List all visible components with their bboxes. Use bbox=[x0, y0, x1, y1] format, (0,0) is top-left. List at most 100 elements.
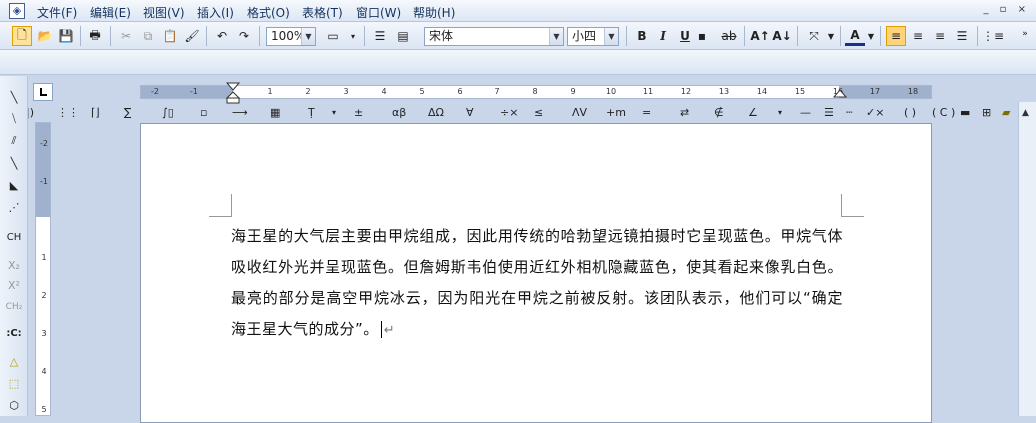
plus-mod-icon[interactable]: +m bbox=[606, 103, 626, 121]
vertical-ruler[interactable]: -2 -1 1 2 3 4 5 bbox=[35, 122, 51, 416]
sum-symbol-button[interactable]: ∑ bbox=[124, 103, 131, 121]
align-right-icon[interactable]: ≡ bbox=[930, 26, 950, 46]
copy-icon[interactable]: ⧉ bbox=[138, 26, 158, 46]
numbered-list-icon[interactable]: ⋮≡ bbox=[982, 26, 1004, 46]
line-style-icon[interactable]: — bbox=[800, 103, 811, 121]
new-document-icon[interactable]: 🗋 bbox=[12, 26, 32, 46]
menu-window[interactable]: 窗口(W) bbox=[356, 4, 401, 21]
menu-file[interactable]: 文件(F) bbox=[37, 4, 77, 21]
page-view-icon[interactable]: ▭ bbox=[322, 26, 344, 46]
shrink-font-icon[interactable]: A↓ bbox=[772, 26, 792, 46]
vertical-scrollbar[interactable]: ▲ bbox=[1018, 102, 1036, 416]
greek-upper-button[interactable]: ΔΩ bbox=[428, 103, 444, 121]
swap-arrows-icon[interactable]: ⇄ bbox=[680, 103, 689, 121]
align-left-icon[interactable]: ≡ bbox=[886, 26, 906, 46]
hexagon-shape-icon[interactable]: ⬡ bbox=[4, 396, 24, 414]
underline-button[interactable]: U bbox=[675, 26, 695, 46]
open-folder-icon[interactable]: 📂 bbox=[35, 26, 55, 46]
wedge-bond-icon[interactable]: ◣ bbox=[4, 176, 24, 194]
fill-icon[interactable]: ▰ bbox=[1002, 103, 1010, 121]
menu-help[interactable]: 帮助(H) bbox=[413, 4, 455, 21]
italic-button[interactable]: I bbox=[653, 26, 673, 46]
format-painter-icon[interactable]: 🖌 bbox=[182, 26, 202, 46]
equal-symbol-button[interactable]: = bbox=[642, 103, 651, 121]
chevron-down-icon[interactable]: ▾ bbox=[332, 103, 336, 121]
scroll-up-icon[interactable]: ▲ bbox=[1022, 108, 1029, 118]
dash-line-icon[interactable]: ┄ bbox=[846, 103, 853, 121]
strikethrough-icon[interactable]: ab bbox=[718, 26, 740, 46]
font-name-combo[interactable]: 宋体 ▼ bbox=[424, 27, 564, 46]
relation-symbol-button[interactable]: ≤ bbox=[534, 103, 543, 121]
chevron-down-icon[interactable]: ▼ bbox=[604, 28, 618, 45]
check-cross-icon[interactable]: ✓× bbox=[866, 103, 884, 121]
not-in-icon[interactable]: ∉ bbox=[714, 103, 724, 121]
chevron-down-icon[interactable]: ▼ bbox=[301, 28, 315, 45]
toolbar-overflow-icon[interactable]: » bbox=[1018, 24, 1032, 44]
vector-symbol-button[interactable]: ΛV bbox=[572, 103, 587, 121]
grow-font-icon[interactable]: A↑ bbox=[750, 26, 770, 46]
shade-icon[interactable]: ▬ bbox=[960, 103, 970, 121]
save-icon[interactable]: 💾 bbox=[56, 26, 76, 46]
indent-marker-icon[interactable] bbox=[226, 82, 240, 104]
window-controls[interactable]: _ ▫ × bbox=[983, 4, 1030, 15]
chevron-down-icon[interactable]: ▼ bbox=[549, 28, 563, 45]
plus-minus-symbol-button[interactable]: ± bbox=[354, 103, 363, 121]
triple-line-icon[interactable]: ⫽ bbox=[4, 132, 24, 150]
zoom-combo[interactable]: 100% ▼ bbox=[266, 27, 316, 46]
matrix-icon[interactable]: ⋮⋮ bbox=[57, 103, 79, 121]
operator-icon[interactable]: ÷× bbox=[500, 103, 518, 121]
menu-table[interactable]: 表格(T) bbox=[302, 4, 343, 21]
underline-options-icon[interactable]: ▪ bbox=[697, 26, 707, 46]
bracket-icon[interactable]: ⌈⌋ bbox=[91, 103, 100, 121]
app-icon[interactable]: ◈ bbox=[9, 3, 25, 19]
bold-line-icon[interactable]: ╲ bbox=[4, 154, 24, 172]
chevron-down-icon[interactable]: ▾ bbox=[778, 103, 782, 121]
document-paragraph[interactable]: 海王星的大气层主要由甲烷组成，因此用传统的哈勃望远镜拍摄时它呈现蓝色。甲烷气体吸… bbox=[231, 221, 843, 346]
bold-button[interactable]: B bbox=[632, 26, 652, 46]
align-center-icon[interactable]: ≡ bbox=[908, 26, 928, 46]
colon-button[interactable]: :C: bbox=[4, 324, 24, 342]
triangle-shape-icon[interactable]: △ bbox=[4, 352, 24, 370]
dashed-bond-icon[interactable]: ⋰ bbox=[4, 198, 24, 216]
align-justify-icon[interactable]: ☰ bbox=[952, 26, 972, 46]
logic-symbol-button[interactable]: ∀ bbox=[466, 103, 474, 121]
arrow-right-icon[interactable]: ⟶ bbox=[232, 103, 248, 121]
plus-box-icon[interactable]: ⊞ bbox=[982, 103, 991, 121]
ch2-button[interactable]: CH₂ bbox=[4, 298, 24, 316]
right-indent-marker-icon[interactable] bbox=[833, 89, 847, 99]
paren-button[interactable]: ( ) bbox=[904, 103, 916, 121]
circle-c-button[interactable]: ( C ) bbox=[932, 103, 955, 121]
chevron-down-icon[interactable]: ▼ bbox=[826, 26, 836, 46]
tab-selector[interactable] bbox=[33, 83, 53, 101]
font-size-combo[interactable]: 小四 ▼ bbox=[567, 27, 619, 46]
thick-line-icon[interactable]: ☰ bbox=[824, 103, 834, 121]
toolbar-options-icon[interactable]: ▾ bbox=[346, 26, 360, 46]
line-tool-icon[interactable]: ╲ bbox=[4, 88, 24, 106]
paste-icon[interactable]: 📋 bbox=[160, 26, 180, 46]
greek-lower-button[interactable]: αβ bbox=[392, 103, 406, 121]
angle-symbol-button[interactable]: ∠ bbox=[748, 103, 758, 121]
square-shape-icon[interactable]: ⬚ bbox=[4, 374, 24, 392]
font-color-icon[interactable]: A bbox=[845, 26, 865, 46]
double-line-icon[interactable]: ⧹ bbox=[4, 110, 24, 128]
ch-button[interactable]: CH bbox=[4, 228, 24, 246]
menu-edit[interactable]: 编辑(E) bbox=[90, 4, 131, 21]
overbar-icon[interactable]: Ṭ bbox=[308, 103, 315, 121]
character-spacing-icon[interactable]: ⤧ bbox=[803, 26, 825, 46]
grid-icon[interactable]: ▦ bbox=[270, 103, 280, 121]
document-map-icon[interactable]: ▤ bbox=[393, 26, 413, 46]
cut-icon[interactable]: ✂ bbox=[116, 26, 136, 46]
redo-icon[interactable]: ↷ bbox=[234, 26, 254, 46]
menu-insert[interactable]: 插入(I) bbox=[197, 4, 234, 21]
integral-icon[interactable]: ∫▯ bbox=[162, 103, 174, 121]
outline-icon[interactable]: ☰ bbox=[370, 26, 390, 46]
print-icon[interactable]: 🖶 bbox=[85, 26, 105, 46]
fraction-icon[interactable]: ▫ bbox=[200, 103, 207, 121]
menu-view[interactable]: 视图(V) bbox=[143, 4, 185, 21]
subscript-button[interactable]: X₂ bbox=[4, 256, 24, 274]
menu-format[interactable]: 格式(O) bbox=[247, 4, 290, 21]
chevron-down-icon[interactable]: ▼ bbox=[866, 26, 876, 46]
undo-icon[interactable]: ↶ bbox=[212, 26, 232, 46]
horizontal-ruler[interactable]: -2 -1 1 2 3 4 5 6 7 8 9 10 11 12 13 14 1… bbox=[140, 85, 932, 99]
superscript-button[interactable]: X² bbox=[4, 276, 24, 294]
